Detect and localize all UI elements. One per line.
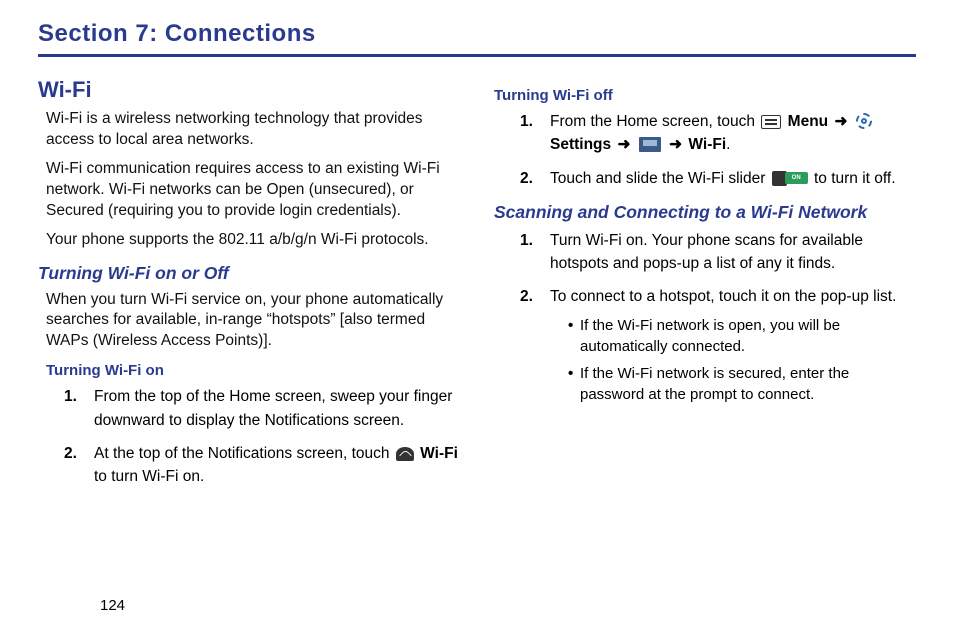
step-number: 1. [520,229,533,252]
heading-turning-on: Turning Wi-Fi on [46,362,460,379]
wifi-intro-3: Your phone supports the 802.11 a/b/g/n W… [46,230,460,251]
heading-wifi: Wi-Fi [38,77,460,103]
section-title: Section 7: Connections [38,20,916,57]
step-on-2: 2. At the top of the Notifications scree… [64,442,460,489]
step-text-c: to turn Wi-Fi on. [94,468,204,485]
steps-turning-on: 1. From the top of the Home screen, swee… [64,385,460,488]
step-off-1: 1. From the Home screen, touch Menu ➜ Se… [520,110,916,157]
wifi-intro-1: Wi-Fi is a wireless networking technolog… [46,109,460,151]
heading-turning-off: Turning Wi-Fi off [494,87,916,104]
wifi-label: Wi-Fi [420,445,458,462]
left-column: Wi-Fi Wi-Fi is a wireless networking tec… [38,77,460,498]
step-text-a: From the Home screen, touch [550,113,759,130]
step-text: To connect to a hotspot, touch it on the… [550,288,896,305]
steps-scanning: 1. Turn Wi-Fi on. Your phone scans for a… [520,229,916,405]
wifi-onoff-desc: When you turn Wi-Fi service on, your pho… [46,290,460,353]
step-scan-1: 1. Turn Wi-Fi on. Your phone scans for a… [520,229,916,276]
arrow-icon: ➜ [669,136,682,153]
step-text: Turn Wi-Fi on. Your phone scans for avai… [550,232,863,272]
settings-label: Settings [550,136,611,153]
step-on-1: 1. From the top of the Home screen, swee… [64,385,460,432]
step-number: 2. [520,285,533,308]
wifi-label: Wi-Fi [688,136,726,153]
step-scan-2: 2. To connect to a hotspot, touch it on … [520,285,916,404]
menu-icon [761,115,781,129]
arrow-icon: ➜ [617,136,630,153]
slider-icon: ON [772,171,808,186]
step-number: 2. [520,167,533,190]
step-text-a: Touch and slide the Wi-Fi slider [550,170,770,187]
scan-sublist: If the Wi-Fi network is open, you will b… [568,315,916,405]
wifi-intro-2: Wi-Fi communication requires access to a… [46,159,460,222]
bullet-open-network: If the Wi-Fi network is open, you will b… [568,315,916,357]
step-number: 1. [64,385,77,408]
step-off-2: 2. Touch and slide the Wi-Fi slider ON t… [520,167,916,190]
step-number: 2. [64,442,77,465]
content-columns: Wi-Fi Wi-Fi is a wireless networking tec… [38,77,916,498]
heading-scanning: Scanning and Connecting to a Wi-Fi Netwo… [494,202,916,223]
step-number: 1. [520,110,533,133]
steps-turning-off: 1. From the Home screen, touch Menu ➜ Se… [520,110,916,190]
slider-track: ON [785,172,808,184]
step-text-a: At the top of the Notifications screen, … [94,445,394,462]
right-column: Turning Wi-Fi off 1. From the Home scree… [494,77,916,498]
page-number: 124 [100,597,125,614]
connections-tab-icon [639,137,661,152]
step-text-b: to turn it off. [814,170,896,187]
step-text: From the top of the Home screen, sweep y… [94,388,452,428]
heading-onoff: Turning Wi-Fi on or Off [38,263,460,284]
bullet-secured-network: If the Wi-Fi network is secured, enter t… [568,363,916,405]
settings-icon [856,113,872,129]
arrow-icon: ➜ [834,113,847,130]
menu-label: Menu [788,113,828,130]
wifi-icon [396,447,414,461]
